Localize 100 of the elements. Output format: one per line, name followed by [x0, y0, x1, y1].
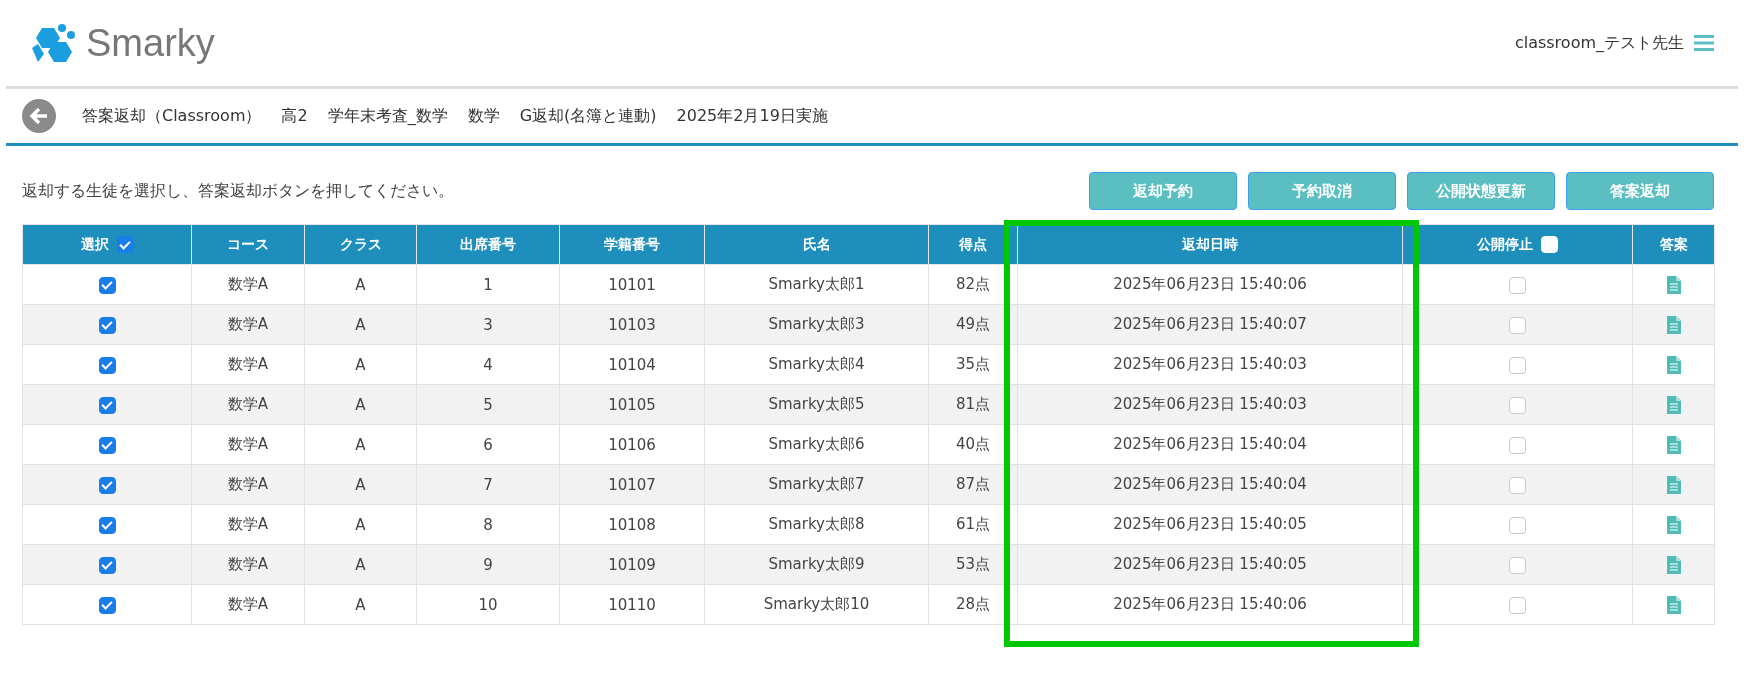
table-cell: Smarky太郎9 [704, 544, 929, 585]
table-cell: 10106 [559, 424, 705, 465]
checkbox[interactable] [98, 276, 116, 294]
table-cell: 8 [416, 504, 560, 545]
breadcrumb-text: 学年末考査_数学 [327, 105, 448, 127]
checkbox[interactable] [1509, 276, 1526, 294]
action-button[interactable]: 公開状態更新 [1407, 172, 1555, 210]
table-cell: 10104 [559, 344, 705, 385]
table-cell: Smarky太郎5 [704, 384, 929, 425]
checkbox[interactable] [98, 476, 116, 494]
column-header: 答案 [1632, 224, 1715, 265]
column-header: 得点 [928, 224, 1018, 265]
table-cell: A [304, 264, 417, 305]
logo-text: Smarky [86, 21, 215, 65]
table-cell: 数学A [191, 344, 305, 385]
table-cell: 9 [416, 544, 560, 585]
table-cell: 2025年06月23日 15:40:03 [1017, 344, 1403, 385]
table-cell: 10 [416, 584, 560, 625]
column-header: 学籍番号 [559, 224, 705, 265]
document-icon[interactable] [1666, 555, 1681, 574]
document-icon[interactable] [1666, 355, 1681, 374]
table-cell: 数学A [191, 584, 305, 625]
table-cell: 10110 [559, 584, 705, 625]
breadcrumb-text: G返却(名簿と連動) [519, 105, 657, 127]
table-cell: 数学A [191, 504, 305, 545]
checkbox[interactable] [98, 516, 116, 534]
table-cell: 6 [416, 424, 560, 465]
table-cell: A [304, 504, 417, 545]
table-cell: 28点 [928, 584, 1018, 625]
breadcrumb-text: 数学 [467, 105, 500, 127]
column-header: 選択 [80, 235, 109, 254]
checkbox[interactable] [98, 396, 116, 414]
checkbox[interactable] [1509, 516, 1526, 534]
table-cell: Smarky太郎6 [704, 424, 929, 465]
table-cell: 数学A [191, 384, 305, 425]
table-cell: A [304, 424, 417, 465]
column-header: 公開停止 [1477, 235, 1533, 254]
table-cell: 40点 [928, 424, 1018, 465]
table-cell: 2025年06月23日 15:40:06 [1017, 264, 1403, 305]
document-icon[interactable] [1666, 515, 1681, 534]
document-icon[interactable] [1666, 315, 1681, 334]
table-cell: A [304, 544, 417, 585]
user-name: classroom_テスト先生 [1514, 32, 1684, 54]
table-cell: A [304, 384, 417, 425]
document-icon[interactable] [1666, 595, 1681, 614]
action-button[interactable]: 予約取消 [1248, 172, 1396, 210]
table-cell: 7 [416, 464, 560, 505]
action-button[interactable]: 答案返却 [1566, 172, 1714, 210]
checkbox[interactable] [1509, 396, 1526, 414]
table-cell: 数学A [191, 424, 305, 465]
column-header: クラス [304, 224, 417, 265]
checkbox[interactable] [98, 556, 116, 574]
table-cell: A [304, 464, 417, 505]
table-cell: A [304, 304, 417, 345]
table-cell: Smarky太郎10 [704, 584, 929, 625]
table-cell: 5 [416, 384, 560, 425]
table-cell: 1 [416, 264, 560, 305]
table-cell: 82点 [928, 264, 1018, 305]
checkbox[interactable] [1509, 436, 1526, 454]
table-cell: 61点 [928, 504, 1018, 545]
checkbox[interactable] [98, 356, 116, 374]
table-cell: 4 [416, 344, 560, 385]
table-cell: 数学A [191, 304, 305, 345]
column-header: 氏名 [704, 224, 929, 265]
breadcrumb-text: 2025年2月19日実施 [676, 105, 828, 127]
column-header: 返却日時 [1017, 224, 1403, 265]
table-cell: 10107 [559, 464, 705, 505]
checkbox[interactable] [1509, 556, 1526, 574]
column-header: 出席番号 [416, 224, 560, 265]
column-header: コース [191, 224, 305, 265]
table-cell: Smarky太郎4 [704, 344, 929, 385]
table-cell: 2025年06月23日 15:40:06 [1017, 584, 1403, 625]
table-cell: 数学A [191, 544, 305, 585]
checkbox[interactable] [1509, 316, 1526, 334]
table-cell: 10105 [559, 384, 705, 425]
table-cell: 10103 [559, 304, 705, 345]
table-cell: A [304, 584, 417, 625]
checkbox[interactable] [1509, 356, 1526, 374]
menu-icon[interactable] [1694, 34, 1714, 52]
checkbox[interactable] [98, 316, 116, 334]
table-cell: Smarky太郎8 [704, 504, 929, 545]
checkbox[interactable] [1509, 476, 1526, 494]
document-icon[interactable] [1666, 395, 1681, 414]
table-cell: 2025年06月23日 15:40:05 [1017, 504, 1403, 545]
action-button[interactable]: 返却予約 [1089, 172, 1237, 210]
table-cell: 2025年06月23日 15:40:07 [1017, 304, 1403, 345]
checkbox[interactable] [98, 596, 116, 614]
table-cell: Smarky太郎7 [704, 464, 929, 505]
document-icon[interactable] [1666, 475, 1681, 494]
checkbox[interactable] [1509, 596, 1526, 614]
table-cell: Smarky太郎3 [704, 304, 929, 345]
checkbox[interactable] [98, 436, 116, 454]
instruction-text: 返却する生徒を選択し、答案返却ボタンを押してください。 [22, 180, 454, 202]
table-cell: 2025年06月23日 15:40:04 [1017, 464, 1403, 505]
checkbox[interactable] [116, 236, 134, 253]
table-cell: 2025年06月23日 15:40:04 [1017, 424, 1403, 465]
document-icon[interactable] [1666, 435, 1681, 454]
back-icon[interactable] [22, 99, 56, 133]
breadcrumb-text: 高2 [281, 105, 308, 127]
document-icon[interactable] [1666, 275, 1681, 294]
